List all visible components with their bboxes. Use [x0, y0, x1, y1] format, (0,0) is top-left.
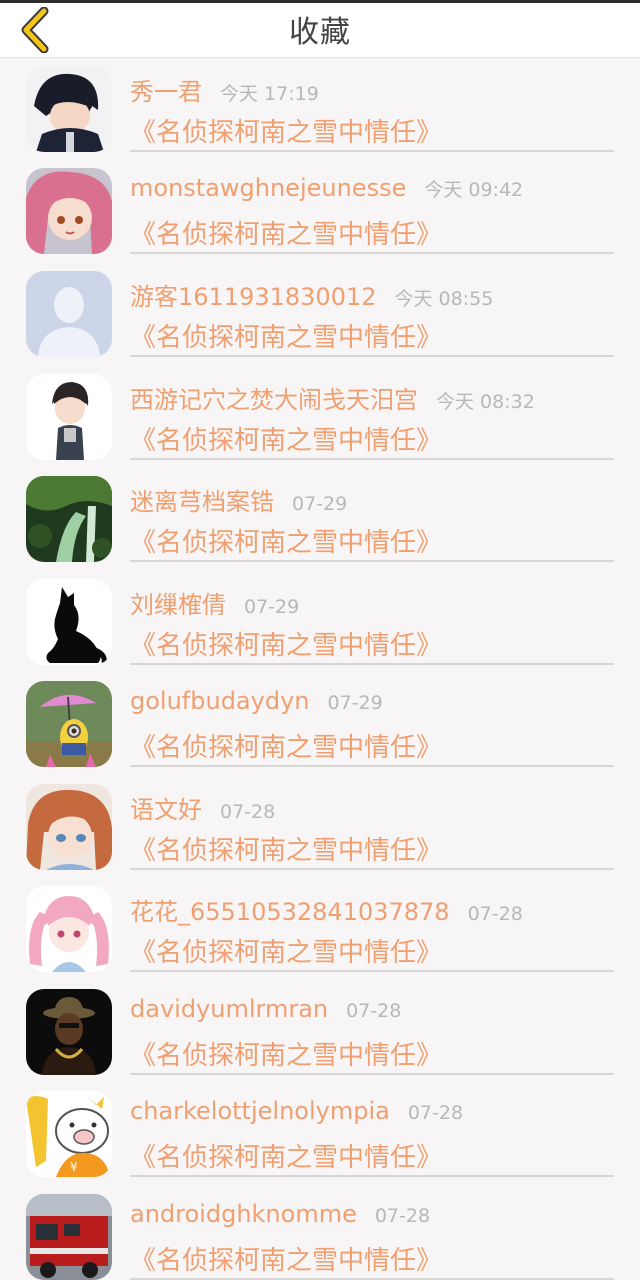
fire-truck-avatar: [26, 1194, 112, 1280]
avatar[interactable]: [26, 476, 112, 562]
timestamp: 今天 17:19: [220, 83, 319, 105]
anime-girl-brown-hair-avatar: [26, 784, 112, 870]
favorite-item[interactable]: androidghknomme 07-28 《名侦探柯南之雪中情任》: [0, 1186, 640, 1280]
work-title[interactable]: 《名侦探柯南之雪中情任》: [130, 112, 442, 149]
minion-umbrella-avatar: [26, 681, 112, 767]
favorite-item[interactable]: golufbudaydyn 07-29 《名侦探柯南之雪中情任》: [0, 673, 640, 775]
divider: [130, 765, 614, 767]
user-name: 花花_65510532841037878: [130, 898, 450, 926]
favorite-item[interactable]: 语文好 07-28 《名侦探柯南之雪中情任》: [0, 776, 640, 878]
avatar[interactable]: [26, 271, 112, 357]
divider: [130, 1175, 614, 1177]
avatar[interactable]: [26, 66, 112, 152]
avatar[interactable]: [26, 681, 112, 767]
cartoon-pig-avatar: ¥: [26, 1091, 112, 1177]
work-title[interactable]: 《名侦探柯南之雪中情任》: [130, 317, 442, 354]
timestamp: 07-29: [244, 596, 300, 618]
waterfall-avatar: [26, 476, 112, 562]
avatar[interactable]: [26, 886, 112, 972]
timestamp: 07-28: [346, 1000, 402, 1022]
work-title[interactable]: 《名侦探柯南之雪中情任》: [130, 1137, 442, 1174]
pink-hair-girl-avatar: [26, 168, 112, 254]
timestamp: 07-28: [467, 903, 523, 925]
work-title[interactable]: 《名侦探柯南之雪中情任》: [130, 727, 442, 764]
divider: [130, 150, 614, 152]
favorite-item[interactable]: davidyumlrmran 07-28 《名侦探柯南之雪中情任》: [0, 981, 640, 1083]
man-with-hat-avatar: [26, 989, 112, 1075]
favorite-item[interactable]: 花花_65510532841037878 07-28 《名侦探柯南之雪中情任》: [0, 878, 640, 980]
anime-boy-avatar: [26, 66, 112, 152]
favorite-item[interactable]: 迷离芎档案锆 07-29 《名侦探柯南之雪中情任》: [0, 468, 640, 570]
divider: [130, 252, 614, 254]
timestamp: 今天 08:32: [436, 391, 535, 413]
favorite-item[interactable]: ¥ charkelottjelnolympia 07-28 《名侦探柯南之雪中情…: [0, 1083, 640, 1185]
user-name: 秀一君: [130, 78, 202, 106]
timestamp: 07-28: [374, 1205, 431, 1227]
divider: [130, 970, 614, 972]
timestamp: 今天 09:42: [424, 179, 524, 201]
work-title[interactable]: 《名侦探柯南之雪中情任》: [130, 522, 442, 559]
user-name: charkelottjelnolympia: [130, 1097, 390, 1125]
work-title[interactable]: 《名侦探柯南之雪中情任》: [130, 420, 442, 457]
divider: [130, 458, 614, 460]
work-title[interactable]: 《名侦探柯南之雪中情任》: [130, 625, 442, 662]
favorite-item[interactable]: monstawghnejeunesse 今天 09:42 《名侦探柯南之雪中情任…: [0, 160, 640, 262]
user-name: androidghknomme: [130, 1200, 357, 1228]
favorite-item[interactable]: 西游记穴之焚大闹戋天汨宫 今天 08:32 《名侦探柯南之雪中情任》: [0, 366, 640, 468]
svg-text:¥: ¥: [70, 1160, 78, 1174]
pink-twintail-girl-avatar: [26, 886, 112, 972]
divider: [130, 560, 614, 562]
avatar[interactable]: [26, 579, 112, 665]
favorite-item[interactable]: 秀一君 今天 17:19 《名侦探柯南之雪中情任》: [0, 58, 640, 160]
user-name: 游客1611931830012: [130, 283, 377, 311]
work-title[interactable]: 《名侦探柯南之雪中情任》: [130, 932, 442, 969]
timestamp: 07-29: [292, 493, 348, 515]
user-name: 刘缫榷倩: [130, 591, 226, 619]
avatar[interactable]: [26, 784, 112, 870]
timestamp: 07-28: [220, 801, 276, 823]
favorite-item[interactable]: 刘缫榷倩 07-29 《名侦探柯南之雪中情任》: [0, 571, 640, 673]
divider: [130, 868, 614, 870]
user-name: golufbudaydyn: [130, 687, 310, 715]
timestamp: 07-29: [327, 692, 383, 714]
divider: [130, 663, 614, 665]
chibi-character-avatar: [26, 374, 112, 460]
work-title[interactable]: 《名侦探柯南之雪中情任》: [130, 1035, 442, 1072]
timestamp: 今天 08:55: [394, 288, 494, 310]
top-bar: 收藏: [0, 3, 640, 58]
avatar[interactable]: [26, 374, 112, 460]
page-title: 收藏: [289, 15, 351, 50]
avatar[interactable]: ¥: [26, 1091, 112, 1177]
user-name: 西游记穴之焚大闹戋天汨宫: [130, 386, 418, 414]
divider: [130, 1073, 614, 1075]
timestamp: 07-28: [407, 1102, 464, 1124]
avatar[interactable]: [26, 989, 112, 1075]
favorites-list[interactable]: 秀一君 今天 17:19 《名侦探柯南之雪中情任》 monstawghnejeu…: [0, 58, 640, 1280]
avatar[interactable]: [26, 168, 112, 254]
avatar[interactable]: [26, 1194, 112, 1280]
user-name: monstawghnejeunesse: [130, 174, 407, 202]
divider: [130, 355, 614, 357]
user-name: davidyumlrmran: [130, 995, 329, 1023]
default-user-avatar: [26, 271, 112, 357]
user-name: 迷离芎档案锆: [130, 488, 274, 516]
user-name: 语文好: [130, 796, 202, 824]
work-title[interactable]: 《名侦探柯南之雪中情任》: [130, 830, 442, 867]
work-title[interactable]: 《名侦探柯南之雪中情任》: [130, 214, 442, 251]
favorite-item[interactable]: 游客1611931830012 今天 08:55 《名侦探柯南之雪中情任》: [0, 263, 640, 365]
work-title[interactable]: 《名侦探柯南之雪中情任》: [130, 1240, 442, 1277]
black-cat-avatar: [26, 579, 112, 665]
